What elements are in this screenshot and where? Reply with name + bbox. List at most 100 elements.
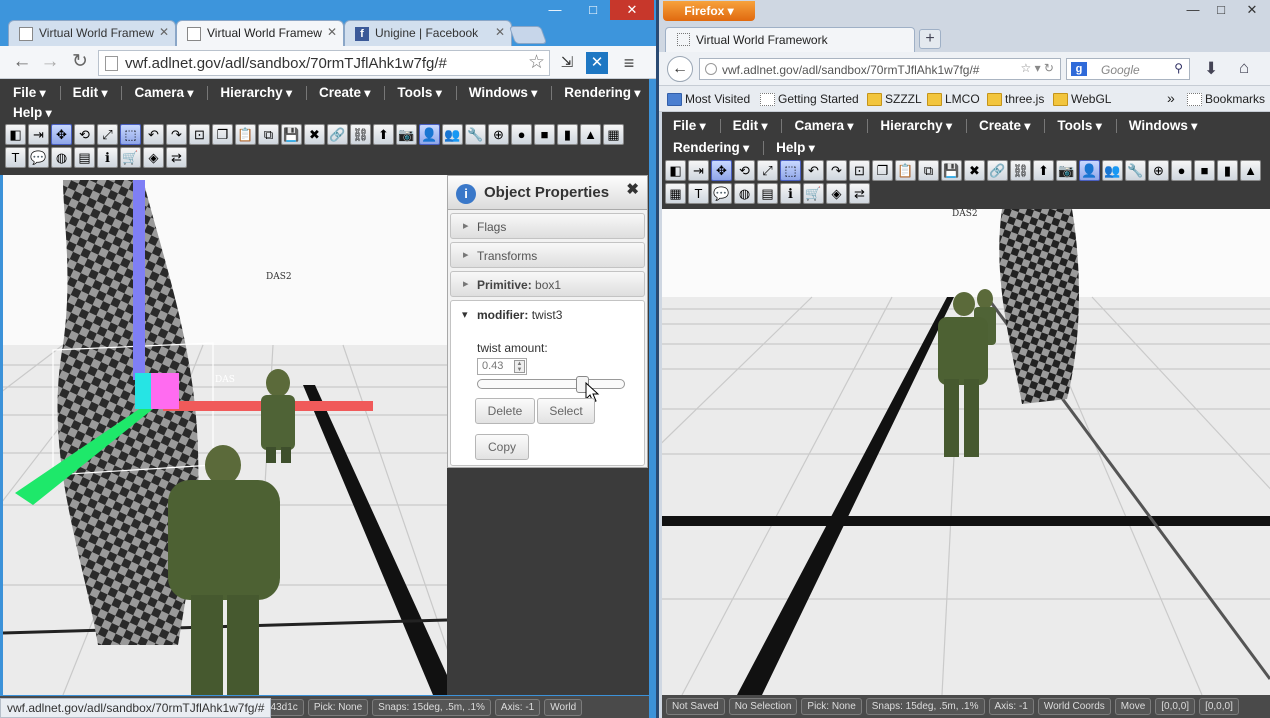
share-icon[interactable]: ⇄ [849,183,870,204]
cylinder-icon[interactable]: ▮ [1217,160,1238,181]
close-tab-icon[interactable]: ✕ [159,25,169,39]
menu-rendering[interactable]: Rendering [564,83,640,103]
modifier-header[interactable]: modifier: twist3 [462,308,562,322]
download-icon[interactable]: ⬇ [1204,59,1218,79]
forward-icon[interactable]: → [38,52,62,72]
text-icon[interactable]: T [688,183,709,204]
menu-icon[interactable]: ≡ [618,52,640,74]
users-icon[interactable]: 👥 [1102,160,1123,181]
chat-icon[interactable]: 💬 [28,147,49,168]
multiscale-icon[interactable]: ⬚ [120,124,141,145]
avatar-icon[interactable]: 👤 [419,124,440,145]
plane-icon[interactable]: ▦ [603,124,624,145]
close-tab-icon[interactable]: ✕ [327,25,337,39]
select-button[interactable]: Select [537,398,595,424]
copy-icon[interactable]: ❐ [212,124,233,145]
reload-icon[interactable]: ↻ [68,52,92,72]
info-icon[interactable]: ℹ [780,183,801,204]
material-icon[interactable]: ◈ [826,183,847,204]
avatar-icon[interactable]: 👤 [1079,160,1100,181]
spinner-arrows-icon[interactable]: ▲ ▼ [514,360,525,373]
bookmark-szzzl[interactable]: SZZZL [867,92,922,106]
new-tab-button[interactable] [508,26,548,44]
delete-icon[interactable]: ✖ [964,160,985,181]
cart-icon[interactable]: 🛒 [120,147,141,168]
section-flags[interactable]: Flags [450,213,645,239]
menu-hierarchy[interactable]: Hierarchy [220,83,292,103]
share-icon[interactable]: ⇄ [166,147,187,168]
section-transforms[interactable]: Transforms [450,242,645,268]
menu-file[interactable]: File [13,83,46,103]
search-input[interactable]: g Google ⚲ [1066,58,1190,80]
close-window-button[interactable]: ✕ [610,0,654,20]
unlink-icon[interactable]: ⛓ [1010,160,1031,181]
search-icon[interactable]: ⚲ [1174,61,1183,75]
select-icon[interactable]: ◧ [5,124,26,145]
pick-icon[interactable]: ⊡ [189,124,210,145]
browser-tab-3[interactable]: f Unigine | Facebook ✕ [344,20,512,46]
up-icon[interactable]: ⬆ [373,124,394,145]
browser-tab-2[interactable]: Virtual World Framew ✕ [176,20,344,46]
bookmark-threejs[interactable]: three.js [987,92,1044,106]
move-icon[interactable]: ✥ [51,124,72,145]
menu-camera[interactable]: Camera [134,83,193,103]
extension-icon[interactable]: ⇲ [556,52,578,74]
bookmark-lmco[interactable]: LMCO [927,92,980,106]
up-icon[interactable]: ⬆ [1033,160,1054,181]
menu-camera[interactable]: Camera [794,115,853,137]
camera-icon[interactable]: 📷 [396,124,417,145]
twist-amount-input[interactable]: 0.43 ▲ ▼ [477,358,527,375]
menu-windows[interactable]: Windows [469,83,537,103]
redo-icon[interactable]: ↷ [166,124,187,145]
menu-file[interactable]: File [673,115,706,137]
back-icon[interactable]: ← [667,56,693,82]
logout-icon[interactable]: ⇥ [688,160,709,181]
plane-icon[interactable]: ▦ [665,183,686,204]
select-icon[interactable]: ◧ [665,160,686,181]
minimize-button[interactable]: — [540,0,570,20]
menu-hierarchy[interactable]: Hierarchy [880,115,952,137]
section-primitive[interactable]: Primitive: box1 [450,271,645,297]
scene-viewport[interactable]: DAS2 [662,209,1270,695]
duplicate-icon[interactable]: ⧉ [918,160,939,181]
info-icon[interactable]: ℹ [97,147,118,168]
menu-edit[interactable]: Edit [733,115,768,137]
cube-icon[interactable]: ■ [1194,160,1215,181]
cone-icon[interactable]: ▲ [580,124,601,145]
cone-icon[interactable]: ▲ [1240,160,1261,181]
menu-tools[interactable]: Tools [397,83,441,103]
rotate-icon[interactable]: ⟲ [74,124,95,145]
bookmarks-menu[interactable]: Bookmarks [1187,92,1265,106]
menu-rendering[interactable]: Rendering [673,137,749,159]
close-panel-icon[interactable]: ✖ [626,180,639,198]
bookmarks-overflow[interactable]: » [1167,90,1175,106]
sphere-icon[interactable]: ● [1171,160,1192,181]
bookmark-star-icon[interactable]: ☆ ▾ ↻ [1020,61,1054,75]
text-icon[interactable]: T [5,147,26,168]
bookmark-star-icon[interactable]: ☆ [528,51,545,74]
menu-windows[interactable]: Windows [1129,115,1197,137]
rotate-icon[interactable]: ⟲ [734,160,755,181]
paste-icon[interactable]: 📋 [895,160,916,181]
tools-icon[interactable]: 🔧 [465,124,486,145]
scale-icon[interactable]: ⤢ [97,124,118,145]
copy-icon[interactable]: ❐ [872,160,893,181]
cart-icon[interactable]: 🛒 [803,183,824,204]
save-icon[interactable]: 💾 [941,160,962,181]
menu-help[interactable]: Help [776,137,815,159]
camera-icon[interactable]: 📷 [1056,160,1077,181]
cylinder-icon[interactable]: ▮ [557,124,578,145]
scale-icon[interactable]: ⤢ [757,160,778,181]
chat-icon[interactable]: 💬 [711,183,732,204]
unlink-icon[interactable]: ⛓ [350,124,371,145]
menu-edit[interactable]: Edit [73,83,108,103]
copy-button[interactable]: Copy [475,434,529,460]
target-icon[interactable]: ⊕ [1148,160,1169,181]
menu-create[interactable]: Create [319,83,370,103]
address-bar[interactable]: vwf.adlnet.gov/adl/sandbox/70rmTJflAhk1w… [699,58,1061,80]
close-tab-icon[interactable]: ✕ [495,25,505,39]
menu-create[interactable]: Create [979,115,1030,137]
minimize-button[interactable]: — [1179,0,1207,20]
move-icon[interactable]: ✥ [711,160,732,181]
menu-tools[interactable]: Tools [1057,115,1101,137]
